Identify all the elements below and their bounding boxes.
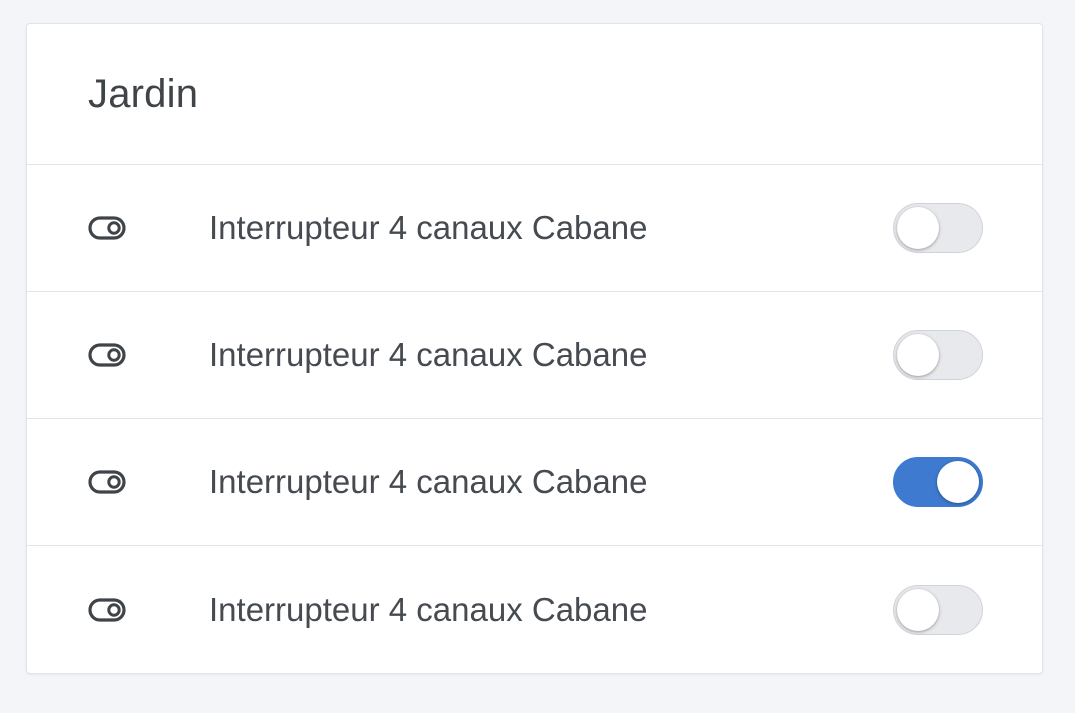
switch-toggle[interactable] bbox=[893, 330, 983, 380]
toggle-switch-icon bbox=[88, 597, 126, 622]
toggle-switch-icon bbox=[88, 216, 126, 240]
switch-label: Interrupteur 4 canaux Cabane bbox=[209, 463, 648, 500]
switch-row: Interrupteur 4 canaux Cabane bbox=[27, 419, 1042, 546]
switch-label: Interrupteur 4 canaux Cabane bbox=[209, 336, 648, 373]
toggle-knob bbox=[897, 588, 939, 631]
switch-label: Interrupteur 4 canaux Cabane bbox=[209, 209, 648, 246]
switch-toggle[interactable] bbox=[893, 457, 983, 507]
switch-toggle[interactable] bbox=[893, 584, 983, 635]
garden-card: Jardin Interrupteur 4 canaux Cabane Inte… bbox=[26, 23, 1043, 674]
toggle-knob bbox=[897, 207, 939, 249]
switch-label: Interrupteur 4 canaux Cabane bbox=[209, 590, 648, 628]
toggle-switch-icon bbox=[88, 470, 126, 494]
switch-row: Interrupteur 4 canaux Cabane bbox=[27, 165, 1042, 292]
switch-row: Interrupteur 4 canaux Cabane bbox=[27, 546, 1042, 673]
card-header: Jardin bbox=[27, 24, 1042, 165]
switch-row: Interrupteur 4 canaux Cabane bbox=[27, 292, 1042, 419]
card-title: Jardin bbox=[88, 71, 199, 116]
toggle-knob bbox=[897, 334, 939, 376]
toggle-switch-icon bbox=[88, 343, 126, 367]
toggle-knob bbox=[937, 461, 979, 503]
switch-toggle[interactable] bbox=[893, 203, 983, 253]
